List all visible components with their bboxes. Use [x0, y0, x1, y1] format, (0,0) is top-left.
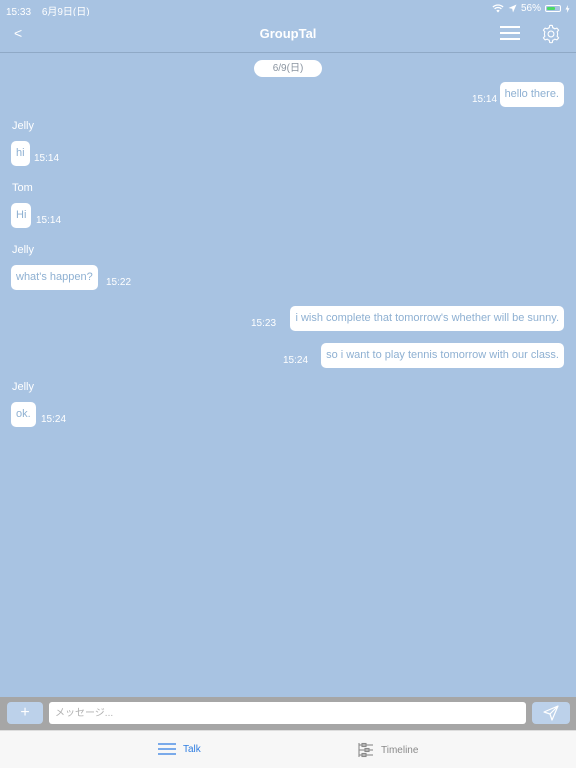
- timeline-icon: [358, 742, 373, 758]
- status-bar: 15:33 6月9日(日) 56%: [0, 0, 576, 18]
- menu-icon[interactable]: [500, 26, 520, 40]
- send-button[interactable]: [532, 702, 570, 724]
- message-bubble-incoming: ok.: [11, 402, 36, 427]
- tab-timeline[interactable]: Timeline: [357, 742, 418, 758]
- tab-talk-label: Talk: [183, 743, 201, 755]
- status-right: 56%: [492, 3, 570, 14]
- page-title: GroupTal: [259, 26, 317, 41]
- message-time: 15:24: [283, 355, 309, 366]
- sender-name: Jelly: [12, 244, 35, 256]
- message-bubble-outgoing: so i want to play tennis tomorrow with o…: [321, 343, 564, 368]
- wifi-icon: [492, 4, 504, 13]
- sender-name: Tom: [12, 182, 33, 194]
- date-separator: 6/9(日): [254, 60, 322, 77]
- message-time: 15:22: [106, 277, 132, 288]
- send-icon: [543, 705, 559, 721]
- navigation-bar: < GroupTal: [0, 16, 576, 53]
- message-time: 15:14: [34, 153, 60, 164]
- message-bubble-outgoing: i wish complete that tomorrow's whether …: [290, 306, 564, 331]
- charging-icon: [565, 4, 570, 13]
- message-bubble-incoming: hi: [11, 141, 30, 166]
- message-time: 15:24: [41, 414, 67, 425]
- battery-icon: [545, 5, 561, 12]
- sender-name: Jelly: [12, 120, 35, 132]
- location-arrow-icon: [508, 4, 517, 13]
- tab-bar: Talk Timeline: [0, 730, 576, 768]
- message-time: 15:14: [36, 215, 62, 226]
- list-icon: [158, 743, 176, 755]
- add-attachment-button[interactable]: +: [7, 702, 43, 724]
- message-input[interactable]: [49, 702, 526, 724]
- message-bubble-outgoing: hello there.: [499, 82, 564, 107]
- message-time: 15:14: [472, 94, 498, 105]
- message-bubble-incoming: what's happen?: [11, 265, 98, 290]
- message-input-bar: +: [0, 697, 576, 730]
- message-bubble-incoming: Hi: [11, 203, 32, 228]
- gear-icon[interactable]: [540, 23, 562, 45]
- message-time: 15:23: [251, 318, 277, 329]
- tab-talk[interactable]: Talk: [157, 742, 201, 756]
- battery-percent: 56%: [520, 3, 541, 14]
- tab-timeline-label: Timeline: [381, 744, 419, 756]
- sender-name: Jelly: [12, 381, 35, 393]
